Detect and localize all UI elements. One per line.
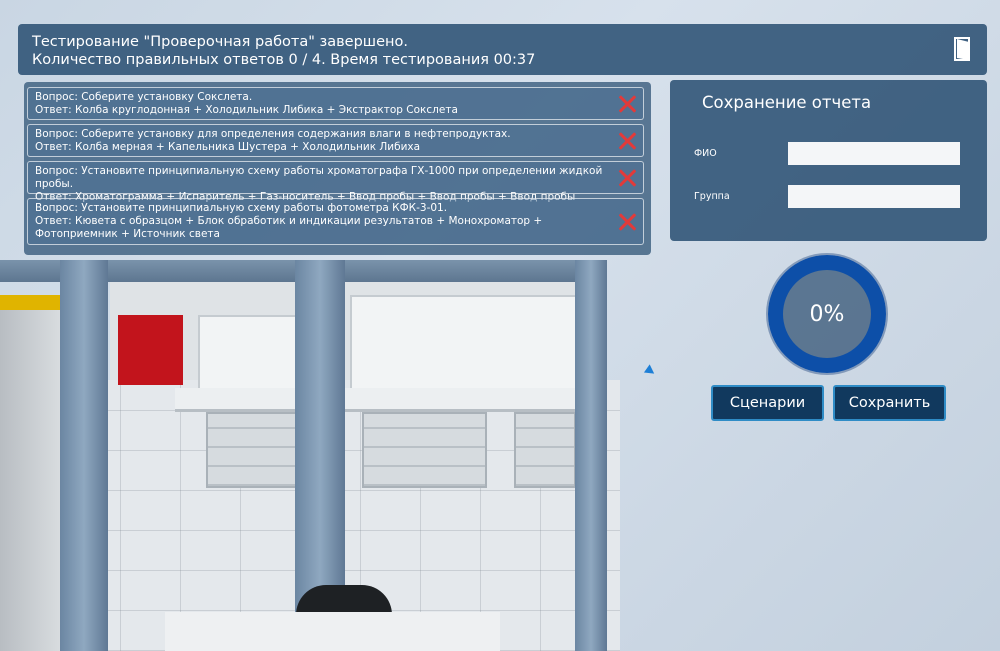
result-item: Вопрос: Установите принципиальную схему …: [27, 161, 644, 203]
question-text: Вопрос: Соберите установку для определен…: [35, 128, 511, 140]
question-text: Вопрос: Установите принципиальную схему …: [35, 202, 448, 214]
incorrect-cross-icon: [617, 131, 637, 151]
question-text: Вопрос: Соберите установку Сокслета.: [35, 91, 253, 103]
test-status-text: Тестирование "Проверочная работа" заверш…: [32, 34, 408, 50]
window-pillar: [60, 260, 108, 651]
save-report-title: Сохранение отчета: [702, 93, 872, 112]
answer-text: Ответ: Колба мерная + Капельника Шустера…: [35, 141, 421, 153]
red-fume-hood: [118, 315, 183, 385]
incorrect-cross-icon: [617, 168, 637, 188]
result-item: Вопрос: Соберите установку для определен…: [27, 124, 644, 157]
result-item: Вопрос: Установите принципиальную схему …: [27, 198, 644, 245]
lab-table: [175, 388, 580, 412]
shelf-unit: [198, 315, 298, 395]
shelf-unit: [350, 295, 578, 395]
progress-percent: 0%: [809, 301, 845, 327]
drawer-block: [206, 412, 301, 488]
answer-text: Ответ: Колба круглодонная + Холодильник …: [35, 104, 458, 116]
results-list: Вопрос: Соберите установку Сокслета. Отв…: [24, 82, 651, 255]
incorrect-cross-icon: [617, 94, 637, 114]
save-button[interactable]: Сохранить: [833, 385, 946, 421]
scenarios-button[interactable]: Сценарии: [711, 385, 824, 421]
mouse-cursor-icon: [643, 364, 658, 378]
answer-text: Ответ: Кювета с образцом + Блок обработи…: [35, 215, 543, 240]
desk: [165, 612, 500, 651]
fio-input[interactable]: [788, 142, 960, 165]
grey-cabinet: [0, 310, 60, 651]
group-input[interactable]: [788, 185, 960, 208]
progress-ring: 0%: [768, 255, 886, 373]
group-label: Группа: [694, 191, 730, 202]
incorrect-cross-icon: [617, 212, 637, 232]
question-text: Вопрос: Установите принципиальную схему …: [35, 165, 603, 190]
door-exit-icon[interactable]: [954, 37, 972, 61]
result-item: Вопрос: Соберите установку Сокслета. Отв…: [27, 87, 644, 120]
drawer-block: [514, 412, 576, 488]
save-report-panel: Сохранение отчета ФИО Группа: [670, 80, 987, 241]
fio-label: ФИО: [694, 148, 717, 159]
drawer-block: [362, 412, 487, 488]
window-pillar: [575, 260, 607, 651]
test-summary-header: Тестирование "Проверочная работа" заверш…: [18, 24, 987, 75]
lab-scene-background: [0, 260, 620, 651]
test-score-text: Количество правильных ответов 0 / 4. Вре…: [32, 52, 536, 68]
